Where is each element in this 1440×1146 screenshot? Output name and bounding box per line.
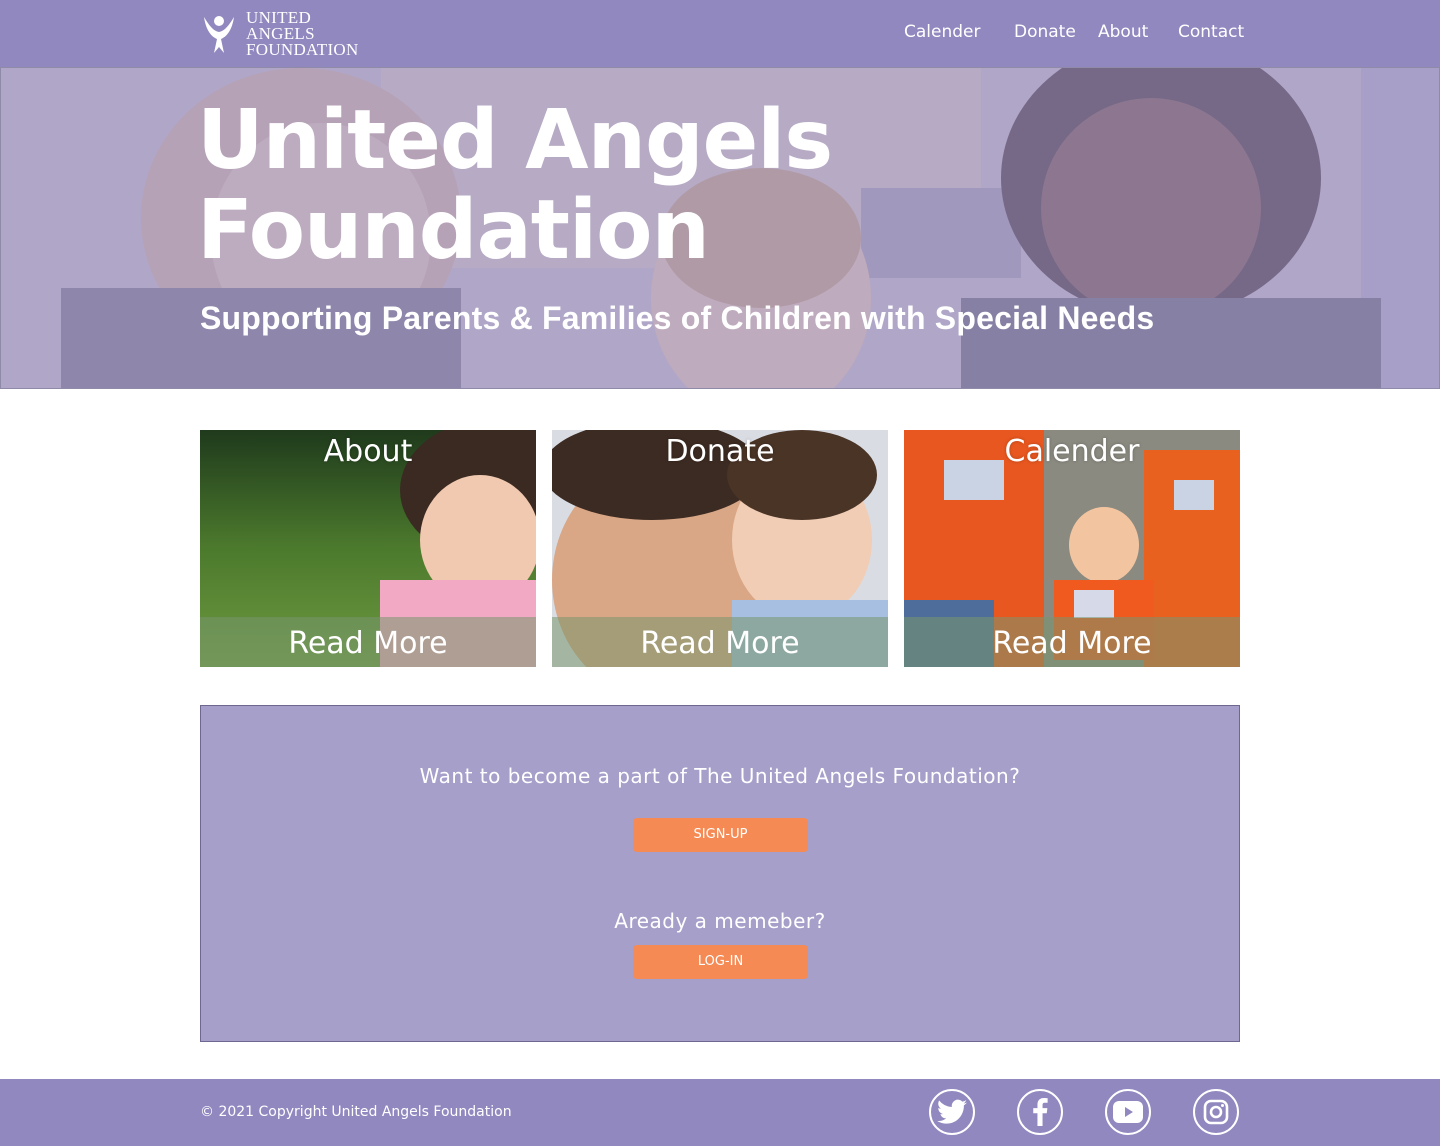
membership-panel: Want to become a part of The United Ange… [200, 705, 1240, 1042]
nav-donate[interactable]: Donate [1014, 22, 1076, 42]
login-button[interactable]: LOG-IN [633, 945, 808, 979]
card-donate-read-more[interactable]: Read More [552, 626, 888, 661]
hero-title-line2: Foundation [197, 183, 710, 278]
hero-banner: United Angels Foundation Supporting Pare… [0, 67, 1440, 389]
main-nav: Calender Donate About Contact [0, 22, 1440, 46]
member-question: Aready a memeber? [614, 909, 826, 933]
card-calender[interactable]: Calender Read More [904, 430, 1240, 667]
card-donate-title: Donate [665, 434, 775, 469]
instagram-icon[interactable] [1193, 1089, 1239, 1135]
hero-title: United Angels Foundation [197, 93, 833, 278]
twitter-icon[interactable] [929, 1089, 975, 1135]
hero-title-line1: United Angels [197, 93, 833, 188]
site-footer: © 2021 Copyright United Angels Foundatio… [0, 1079, 1440, 1146]
card-calender-title: Calender [1004, 434, 1140, 469]
facebook-icon[interactable] [1017, 1089, 1063, 1135]
nav-calender[interactable]: Calender [904, 22, 980, 42]
copyright-text: © 2021 Copyright United Angels Foundatio… [200, 1104, 512, 1120]
card-about[interactable]: About Read More [200, 430, 536, 667]
nav-contact[interactable]: Contact [1178, 22, 1244, 42]
join-question: Want to become a part of The United Ange… [419, 764, 1021, 788]
youtube-icon[interactable] [1105, 1089, 1151, 1135]
nav-about[interactable]: About [1098, 22, 1148, 42]
signup-button[interactable]: SIGN-UP [633, 818, 808, 852]
card-calender-read-more[interactable]: Read More [904, 626, 1240, 661]
card-about-title: About [323, 434, 413, 469]
card-about-read-more[interactable]: Read More [200, 626, 536, 661]
hero-subtitle: Supporting Parents & Families of Childre… [200, 300, 1155, 336]
site-header: UNITED ANGELS FOUNDATION Calender Donate… [0, 0, 1440, 68]
card-donate[interactable]: Donate Read More [552, 430, 888, 667]
